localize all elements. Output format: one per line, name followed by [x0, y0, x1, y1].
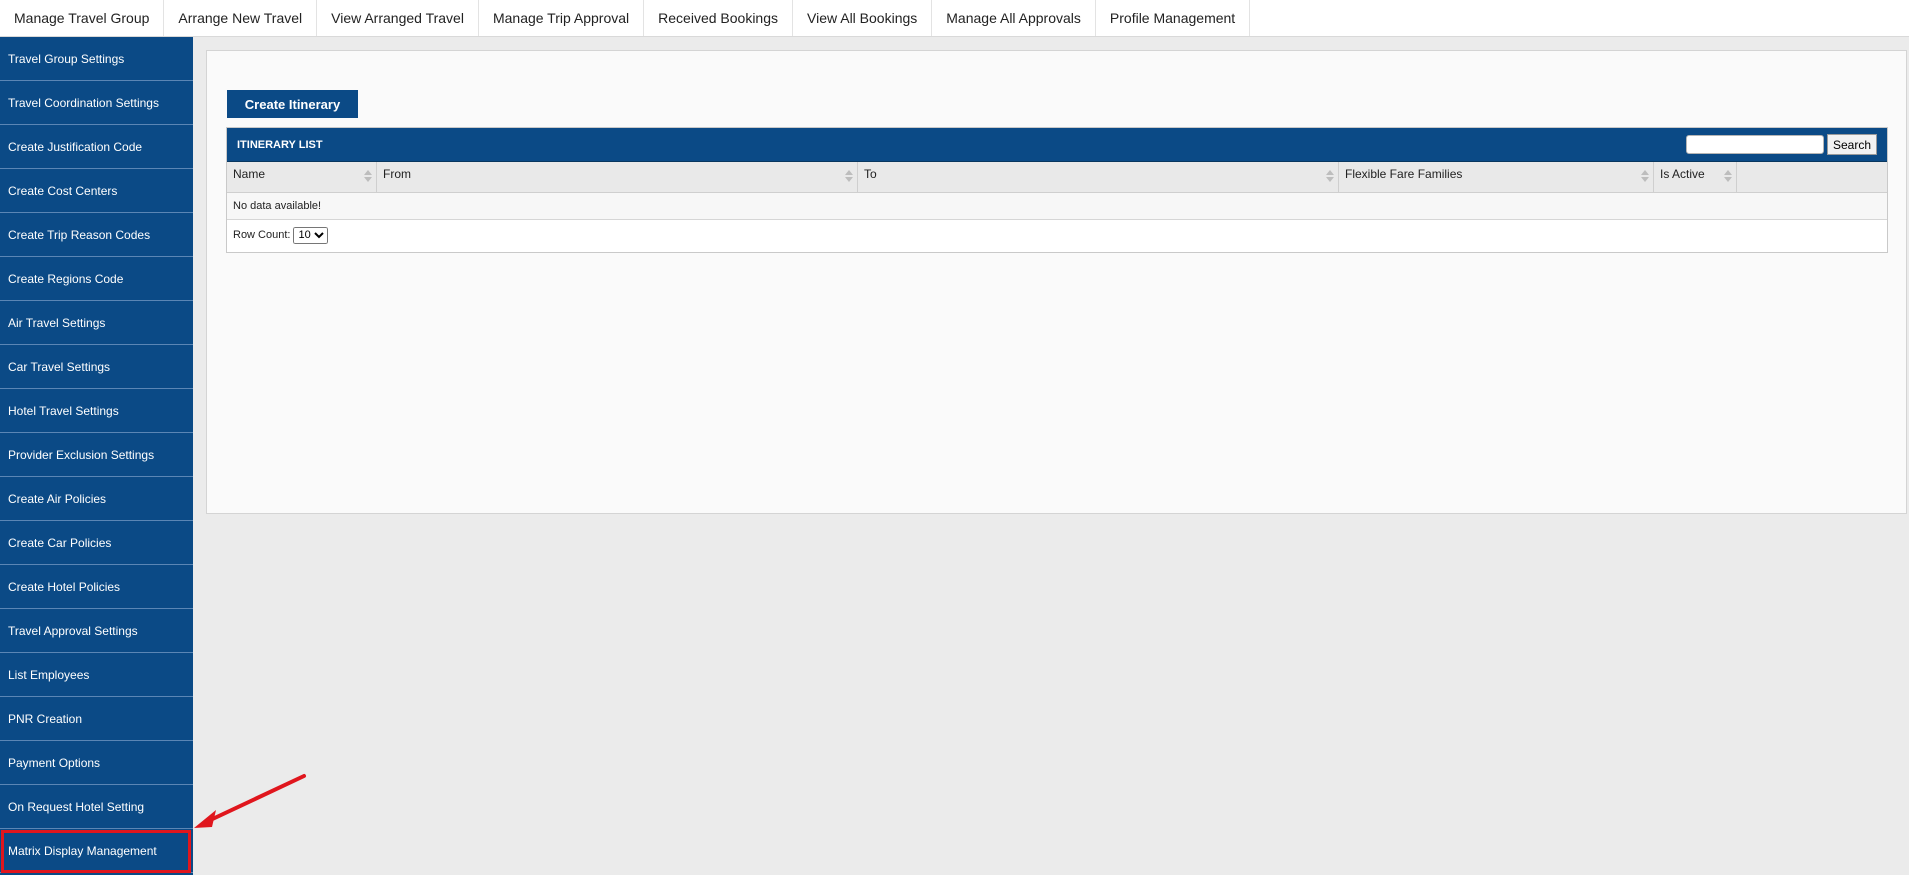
sidebar-item-travel-group-settings[interactable]: Travel Group Settings: [0, 37, 193, 81]
sidebar-item-create-trip-reason-codes[interactable]: Create Trip Reason Codes: [0, 213, 193, 257]
column-label: Flexible Fare Families: [1345, 167, 1463, 181]
sidebar-item-create-cost-centers[interactable]: Create Cost Centers: [0, 169, 193, 213]
tab-view-arranged-travel[interactable]: View Arranged Travel: [317, 0, 479, 36]
sidebar-item-create-air-policies[interactable]: Create Air Policies: [0, 477, 193, 521]
empty-message-row: No data available!: [227, 193, 1887, 220]
column-header-to[interactable]: To: [858, 162, 1339, 192]
highlight-box: [1, 830, 191, 873]
tab-manage-trip-approval[interactable]: Manage Trip Approval: [479, 0, 645, 36]
tab-manage-all-approvals[interactable]: Manage All Approvals: [932, 0, 1096, 36]
sidebar-item-create-justification-code[interactable]: Create Justification Code: [0, 125, 193, 169]
sort-icon: [845, 170, 853, 184]
row-count-select[interactable]: 10: [293, 226, 329, 244]
tab-profile-management[interactable]: Profile Management: [1096, 0, 1251, 36]
annotation-arrow-icon: [194, 774, 306, 828]
sidebar: Travel Group Settings Travel Coordinatio…: [0, 37, 193, 875]
row-count-label: Row Count:: [233, 229, 291, 241]
sort-icon: [1326, 170, 1334, 184]
sidebar-item-car-travel-settings[interactable]: Car Travel Settings: [0, 345, 193, 389]
tab-manage-travel-group[interactable]: Manage Travel Group: [0, 0, 165, 36]
grid-footer: Row Count: 10: [227, 220, 1887, 250]
sidebar-item-air-travel-settings[interactable]: Air Travel Settings: [0, 301, 193, 345]
column-header-name[interactable]: Name: [227, 162, 377, 192]
search-input[interactable]: [1685, 135, 1824, 154]
column-header-row: Name From To Flexible Fare Families Is A…: [227, 162, 1887, 193]
grid-title: ITINERARY LIST: [237, 138, 323, 151]
sidebar-item-travel-coordination-settings[interactable]: Travel Coordination Settings: [0, 81, 193, 125]
tab-received-bookings[interactable]: Received Bookings: [644, 0, 794, 36]
column-label: Is Active: [1660, 167, 1705, 181]
sort-icon: [1641, 170, 1649, 184]
grid-search: Search: [1685, 134, 1877, 155]
tab-view-all-bookings[interactable]: View All Bookings: [793, 0, 933, 36]
tab-arrange-new-travel[interactable]: Arrange New Travel: [164, 0, 318, 36]
sidebar-item-create-regions-code[interactable]: Create Regions Code: [0, 257, 193, 301]
sidebar-item-on-request-hotel-setting[interactable]: On Request Hotel Setting: [0, 785, 193, 829]
column-header-flexible-fare-families[interactable]: Flexible Fare Families: [1339, 162, 1654, 192]
column-header-is-active[interactable]: Is Active: [1654, 162, 1737, 192]
column-label: From: [383, 167, 411, 181]
column-header-spacer: [1737, 162, 1887, 192]
sort-icon: [364, 170, 372, 184]
sidebar-item-create-hotel-policies[interactable]: Create Hotel Policies: [0, 565, 193, 609]
sidebar-item-travel-approval-settings[interactable]: Travel Approval Settings: [0, 609, 193, 653]
sidebar-item-payment-options[interactable]: Payment Options: [0, 741, 193, 785]
sidebar-item-list-employees[interactable]: List Employees: [0, 653, 193, 697]
sidebar-item-create-car-policies[interactable]: Create Car Policies: [0, 521, 193, 565]
sort-icon: [1724, 170, 1732, 184]
itinerary-list-grid: ITINERARY LIST Search Name From To Flexi…: [226, 127, 1888, 253]
sidebar-item-hotel-travel-settings[interactable]: Hotel Travel Settings: [0, 389, 193, 433]
column-label: Name: [233, 167, 266, 181]
sidebar-item-pnr-creation[interactable]: PNR Creation: [0, 697, 193, 741]
grid-header: ITINERARY LIST Search: [227, 128, 1887, 162]
column-label: To: [864, 167, 877, 181]
create-itinerary-button[interactable]: Create Itinerary: [227, 90, 358, 118]
sidebar-item-provider-exclusion-settings[interactable]: Provider Exclusion Settings: [0, 433, 193, 477]
empty-message: No data available!: [233, 200, 322, 212]
top-navigation: Manage Travel Group Arrange New Travel V…: [0, 0, 1909, 37]
column-header-from[interactable]: From: [377, 162, 858, 192]
content-panel: Create Itinerary ITINERARY LIST Search N…: [206, 50, 1907, 514]
search-button[interactable]: Search: [1826, 134, 1877, 155]
